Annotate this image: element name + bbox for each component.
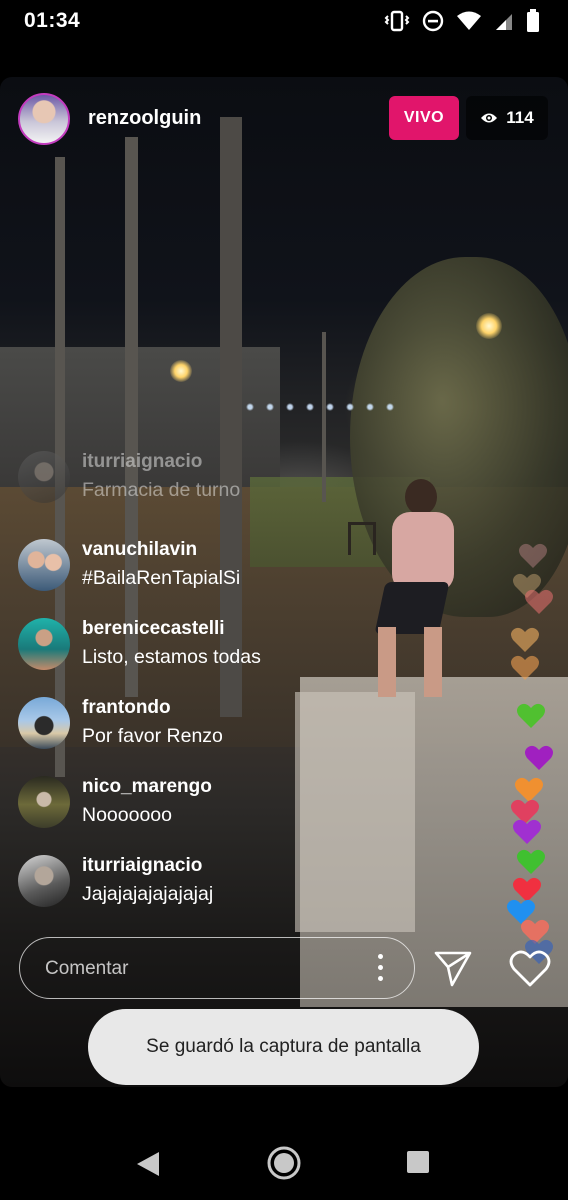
comment-username[interactable]: iturriaignacio (82, 855, 202, 877)
comment-text: Listo, estamos todas (82, 646, 261, 668)
like-heart-icon[interactable] (508, 947, 552, 989)
live-header: renzoolguin VIVO 114 (0, 77, 568, 167)
comment-text: Nooooooo (82, 804, 172, 826)
battery-icon (527, 9, 539, 32)
comment-username[interactable]: iturriaignacio (82, 451, 202, 473)
comment-item: vanuchilavin #BailaRenTapialSi (18, 535, 498, 595)
floating-heart-icon (511, 655, 539, 680)
commenter-avatar[interactable] (18, 618, 70, 670)
comment-item: iturriaignacio Farmacia de turno (18, 447, 498, 507)
host-avatar[interactable] (18, 93, 70, 145)
status-icons (384, 9, 540, 33)
comment-input[interactable]: Comentar (19, 937, 415, 999)
viewer-count: 114 (506, 108, 534, 127)
comment-username[interactable]: frantondo (82, 697, 171, 719)
comment-item: berenicecastelli Listo, estamos todas (18, 614, 498, 674)
comment-username[interactable]: vanuchilavin (82, 539, 197, 561)
comment-username[interactable]: nico_marengo (82, 776, 212, 798)
commenter-avatar[interactable] (18, 776, 70, 828)
comment-item: iturriaignacio Jajajajajajajajaj (18, 851, 498, 911)
commenter-avatar[interactable] (18, 539, 70, 591)
screenshot-saved-toast: Se guardó la captura de pantalla (88, 1009, 479, 1085)
comment-text: Farmacia de turno (82, 479, 241, 501)
comment-placeholder: Comentar (45, 958, 129, 979)
host-username[interactable]: renzoolguin (88, 107, 201, 130)
more-options-icon[interactable] (376, 954, 384, 982)
floating-heart-icon (519, 543, 547, 568)
navigation-bar (0, 1120, 568, 1200)
commenter-avatar[interactable] (18, 451, 70, 503)
home-icon[interactable] (266, 1145, 302, 1181)
live-video[interactable]: renzoolguin VIVO 114 iturriaignacio Farm… (0, 77, 568, 1087)
floating-heart-icon (517, 703, 545, 728)
signal-icon (496, 14, 512, 30)
status-time: 01:34 (24, 9, 81, 32)
floating-heart-icon (525, 745, 553, 770)
floating-heart-icon (525, 589, 553, 614)
floating-heart-icon (517, 849, 545, 874)
floating-hearts (500, 527, 568, 967)
comment-text: Jajajajajajajajaj (82, 883, 214, 905)
commenter-avatar[interactable] (18, 855, 70, 907)
wifi-icon (457, 11, 481, 30)
vibrate-icon (384, 10, 410, 32)
viewer-count-badge[interactable]: 114 (466, 96, 548, 140)
eye-icon (481, 113, 498, 123)
send-icon[interactable] (432, 947, 474, 989)
comment-item: frantondo Por favor Renzo (18, 693, 498, 753)
comment-text: #BailaRenTapialSi (82, 567, 241, 589)
floating-heart-icon (513, 819, 541, 844)
comment-item: nico_marengo Nooooooo (18, 772, 498, 832)
floating-heart-icon (511, 627, 539, 652)
live-badge: VIVO (389, 96, 459, 140)
recent-apps-icon[interactable] (407, 1151, 429, 1173)
back-icon[interactable] (135, 1150, 161, 1178)
comment-text: Por favor Renzo (82, 725, 223, 747)
comment-username[interactable]: berenicecastelli (82, 618, 225, 640)
do-not-disturb-icon (422, 10, 444, 32)
status-bar: 01:34 (0, 0, 568, 44)
commenter-avatar[interactable] (18, 697, 70, 749)
